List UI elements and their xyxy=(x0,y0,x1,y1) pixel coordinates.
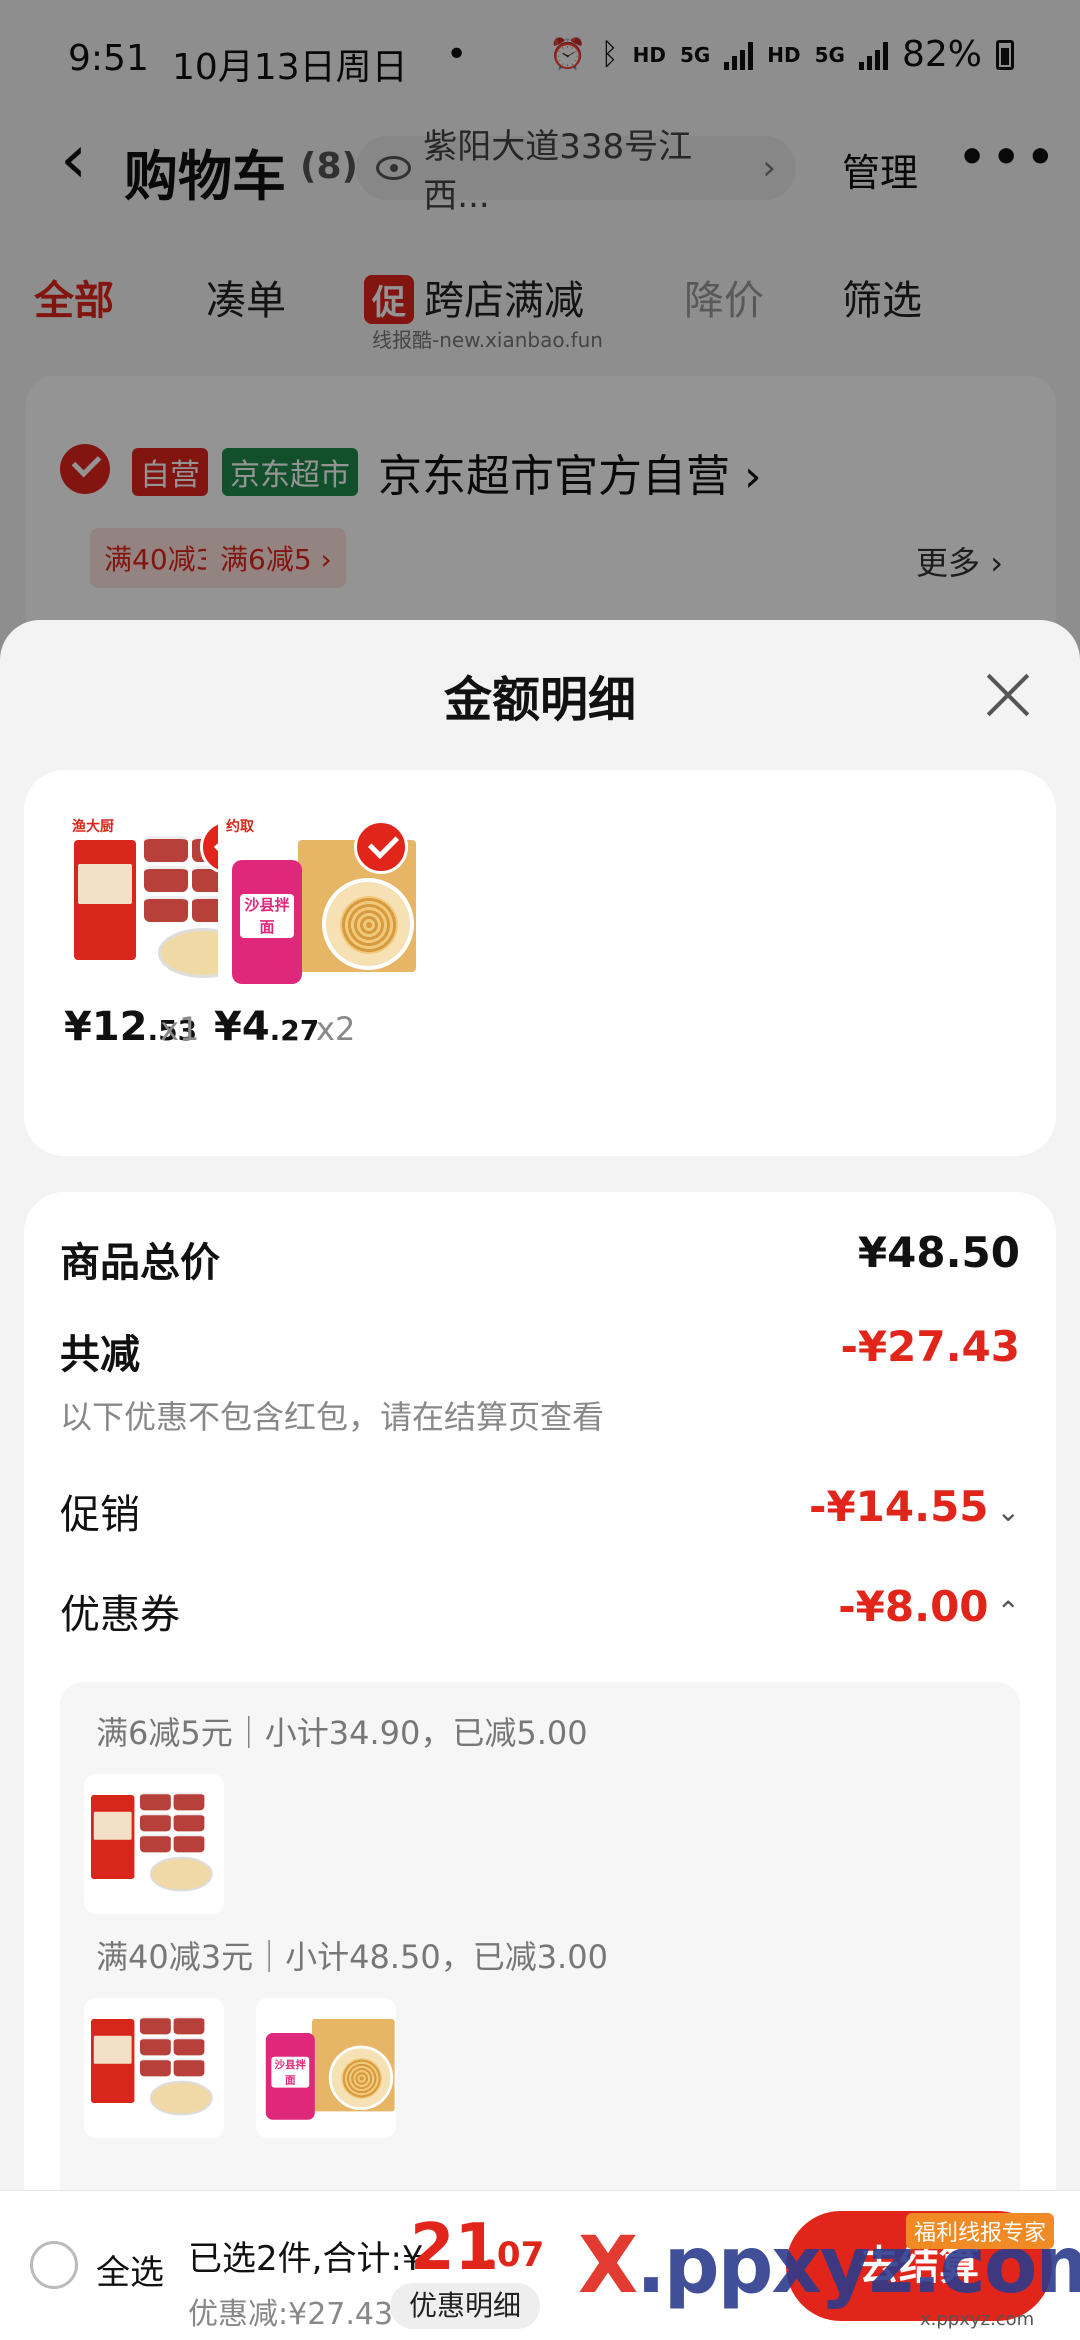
coupon-product-thumb: 沙县拌面 xyxy=(256,1998,396,2138)
coupon-detail-box: 满6减5元｜小计34.90，已减5.00 满40减3元｜小计48.50，已减3.… xyxy=(60,1682,1020,2242)
coupon-detail-line: 满40减3元｜小计48.50，已减3.00 xyxy=(96,1938,608,1976)
watermark-logo-x: X xyxy=(578,2221,638,2311)
chevron-up-icon: ⌃ xyxy=(996,1595,1020,1628)
promotion-row[interactable]: -¥14.55 ⌄ xyxy=(809,1482,1020,1531)
discount-detail-button[interactable]: 优惠明细 xyxy=(390,2283,540,2329)
price-decimal: .27 xyxy=(269,1014,320,1047)
dim-overlay[interactable] xyxy=(0,0,1080,640)
product-brand-text: 渔大厨 xyxy=(72,819,114,835)
product-item[interactable]: 约取 沙县拌面 xyxy=(218,810,418,1000)
price-integer: ¥4 xyxy=(214,1004,270,1050)
coupon-row[interactable]: -¥8.00 ⌃ xyxy=(838,1582,1020,1631)
selected-products-card: 渔大厨 ¥12.53 x1 约取 沙县拌面 ¥4.27 x2 xyxy=(24,770,1056,1156)
select-all-label[interactable]: 全选 xyxy=(96,2245,164,2294)
discount-value: -¥27.43 xyxy=(840,1322,1020,1371)
selected-summary: 已选2件,合计:¥ xyxy=(188,2239,424,2279)
coupon-value: -¥8.00 xyxy=(838,1582,989,1631)
coupon-detail-line: 满6减5元｜小计34.90，已减5.00 xyxy=(96,1714,588,1752)
amount-detail-sheet: 金额明细 渔大厨 ¥12.53 x1 约取 沙县拌面 ¥4.27 x2 商品总价… xyxy=(0,620,1080,2340)
coupon-product-thumb xyxy=(84,1998,224,2138)
product-image-noodles: 约取 沙县拌面 xyxy=(218,810,418,1000)
bottom-checkout-bar: 全选 已选2件,合计:¥ 21 .07 优惠减:¥27.43 优惠明细 去结算 … xyxy=(0,2190,1080,2340)
product-quantity: x1 xyxy=(160,1010,200,1048)
total-value: ¥48.50 xyxy=(857,1228,1020,1277)
noodle-pack-label: 沙县拌面 xyxy=(271,2056,310,2088)
sheet-title: 金额明细 xyxy=(443,672,636,728)
chevron-down-icon: ⌄ xyxy=(996,1495,1020,1528)
total-label: 商品总价 xyxy=(60,1240,220,1286)
product-box-graphic xyxy=(74,840,136,960)
close-icon[interactable] xyxy=(980,670,1030,720)
coupon-label: 优惠券 xyxy=(60,1592,180,1638)
discount-label: 共减 xyxy=(60,1332,140,1378)
price-integer: ¥12 xyxy=(64,1004,148,1050)
coupon-product-thumb xyxy=(84,1774,224,1914)
select-all-checkbox[interactable] xyxy=(30,2241,78,2289)
promotion-label: 促销 xyxy=(60,1492,140,1538)
product-price: ¥4.27 xyxy=(214,1004,319,1050)
watermark-badge: 福利线报专家 xyxy=(906,2213,1055,2249)
total-price-decimal: .07 xyxy=(484,2235,545,2275)
watermark-url: x.ppxyz.com xyxy=(920,2309,1035,2330)
price-summary-card: 商品总价 ¥48.50 共减 -¥27.43 以下优惠不包含红包，请在结算页查看… xyxy=(24,1192,1056,2340)
selected-check-icon xyxy=(354,820,408,874)
discount-note: 以下优惠不包含红包，请在结算页查看 xyxy=(60,1398,605,1436)
discount-summary: 优惠减:¥27.43 xyxy=(188,2297,394,2332)
product-quantity: x2 xyxy=(316,1010,356,1048)
promotion-value: -¥14.55 xyxy=(809,1482,989,1531)
noodle-pack-label: 沙县拌面 xyxy=(240,894,294,938)
